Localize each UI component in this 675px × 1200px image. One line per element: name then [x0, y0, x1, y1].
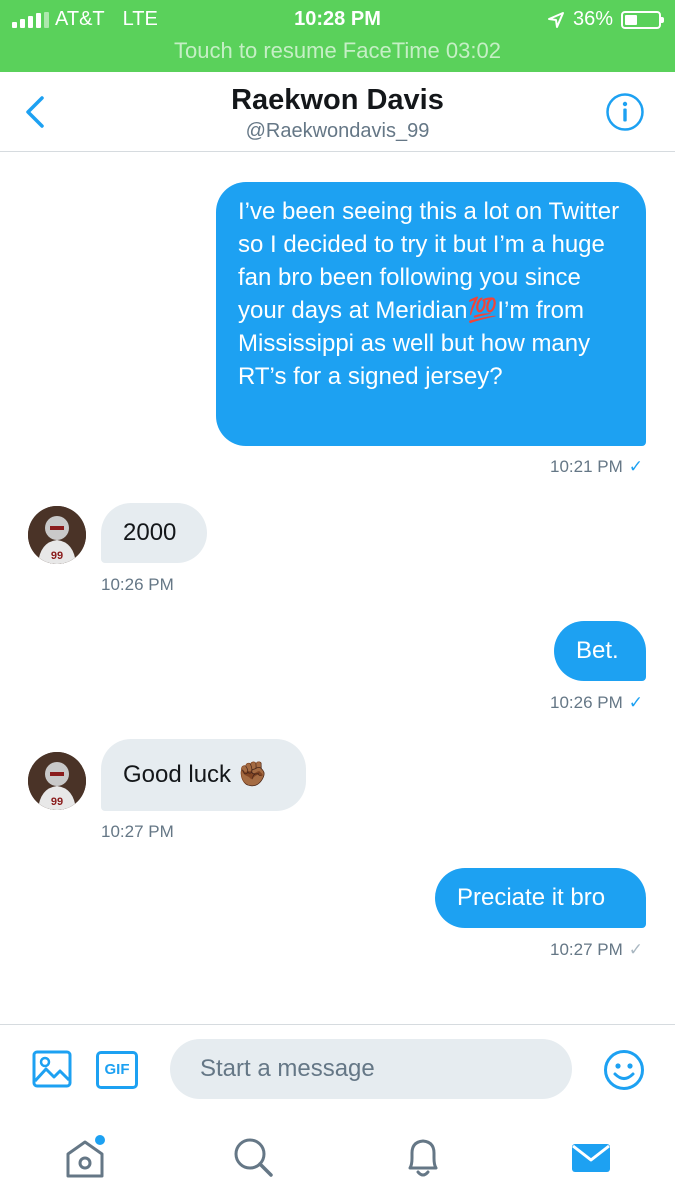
location-arrow-icon [547, 11, 564, 28]
message-composer: GIF [0, 1024, 675, 1112]
conversation-header: Raekwon Davis @Raekwondavis_99 [0, 72, 675, 152]
avatar[interactable]: 99 [28, 506, 86, 564]
svg-text:99: 99 [51, 796, 63, 808]
facetime-resume-banner[interactable]: Touch to resume FaceTime 03:02 [0, 38, 675, 64]
image-icon[interactable] [32, 1049, 72, 1089]
info-icon[interactable] [605, 92, 645, 132]
message-timestamp: 10:27 PM ✓ [549, 940, 643, 959]
smiley-icon[interactable] [603, 1049, 645, 1091]
avatar[interactable]: 99 [28, 752, 86, 810]
message-timestamp: 10:21 PM ✓ [549, 457, 643, 476]
message-bubble-incoming[interactable]: Good luck ✊🏾 [101, 739, 306, 811]
notification-dot [95, 1135, 105, 1145]
notifications-icon[interactable] [398, 1132, 448, 1182]
battery-info: 36% [547, 8, 664, 31]
message-bubble-outgoing[interactable]: Bet. [554, 621, 646, 681]
contact-handle[interactable]: @Raekwondavis_99 [0, 120, 675, 143]
tab-bar [0, 1112, 675, 1200]
read-check-icon: ✓ [628, 457, 643, 476]
svg-text:99: 99 [51, 550, 63, 562]
contact-name[interactable]: Raekwon Davis [0, 84, 675, 117]
messages-icon[interactable] [566, 1132, 616, 1182]
message-bubble-outgoing[interactable]: Preciate it bro [435, 868, 646, 928]
message-bubble-incoming[interactable]: 2000 [101, 503, 207, 563]
battery-percent: 36% [572, 8, 613, 30]
message-timestamp: 10:26 PM ✓ [549, 693, 643, 712]
read-check-icon: ✓ [628, 693, 643, 712]
message-input[interactable] [170, 1039, 572, 1099]
gif-button[interactable]: GIF [96, 1051, 138, 1089]
search-icon[interactable] [228, 1132, 278, 1182]
battery-icon [621, 10, 664, 29]
home-icon[interactable] [60, 1132, 110, 1182]
message-timestamp: 10:27 PM [101, 822, 174, 841]
sent-check-icon: ✓ [628, 940, 643, 959]
message-timestamp: 10:26 PM [101, 575, 174, 594]
status-bar: AT&T LTE 10:28 PM 36% Touch to resume Fa… [0, 0, 675, 72]
message-bubble-outgoing[interactable]: I’ve been seeing this a lot on Twitter s… [216, 182, 646, 446]
